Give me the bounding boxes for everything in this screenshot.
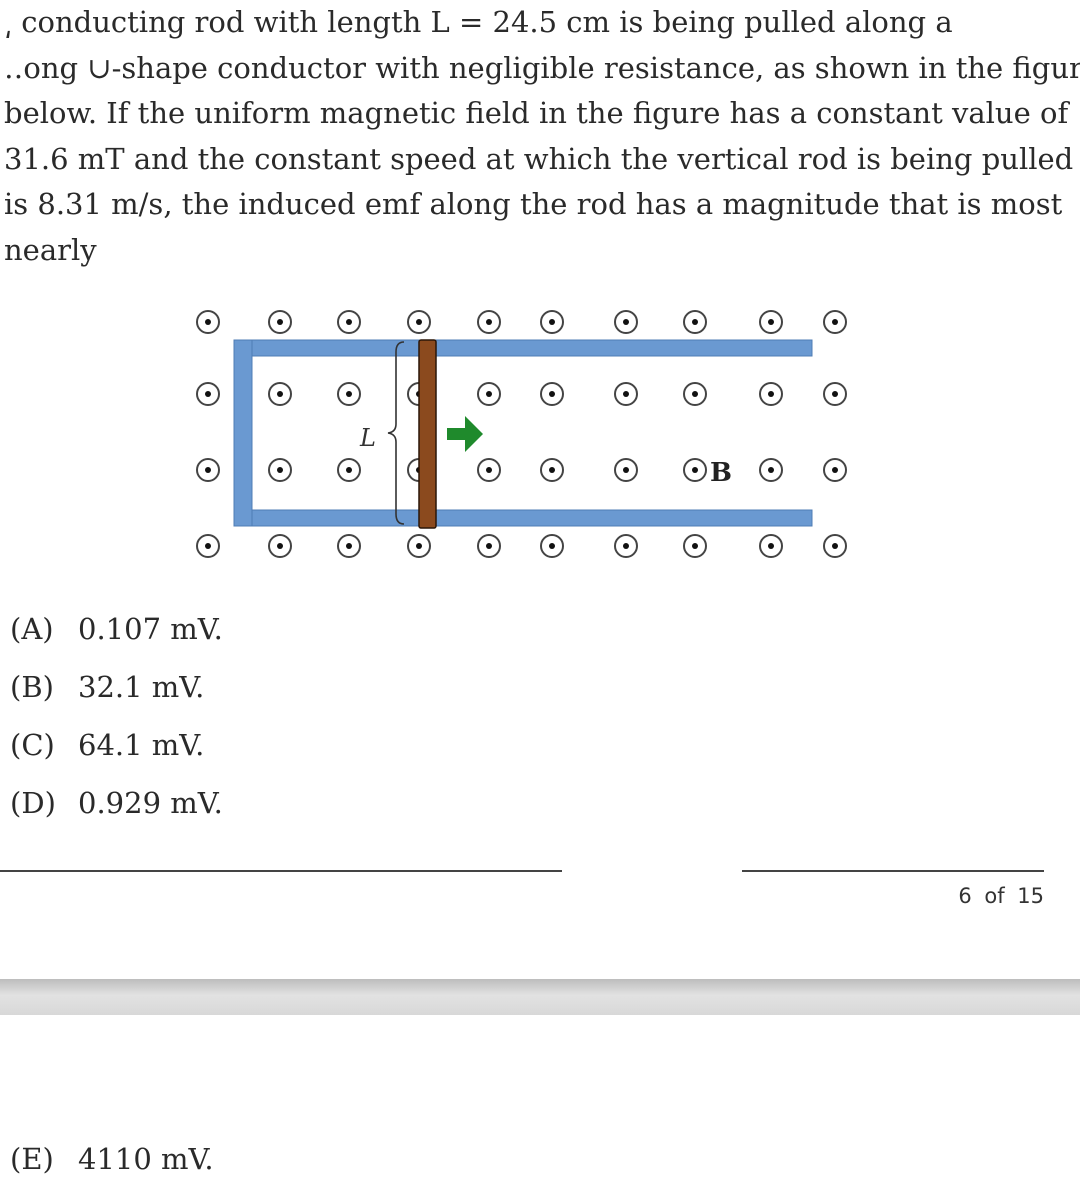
page-separator bbox=[0, 979, 1080, 1015]
field-dot-center bbox=[832, 319, 838, 325]
field-dot-center bbox=[832, 391, 838, 397]
field-dot-center bbox=[277, 467, 283, 473]
field-dot-center bbox=[346, 543, 352, 549]
field-dot-center bbox=[277, 319, 283, 325]
choice-b[interactable]: (B) 32.1 mV. bbox=[10, 658, 223, 716]
field-dot-center bbox=[346, 467, 352, 473]
field-dot-center bbox=[205, 467, 211, 473]
choice-d[interactable]: (D) 0.929 mV. bbox=[10, 774, 223, 832]
footer-rule-right bbox=[742, 870, 1044, 872]
field-dot-center bbox=[692, 467, 698, 473]
choice-value: 64.1 mV. bbox=[78, 728, 205, 762]
answer-choices: (A) 0.107 mV. (B) 32.1 mV. (C) 64.1 mV. (D)… bbox=[10, 600, 223, 832]
question-line: ͵ conducting rod with length L = 24.5 cm… bbox=[4, 5, 953, 39]
field-dot-center bbox=[623, 319, 629, 325]
field-dot-center bbox=[623, 391, 629, 397]
bottom-rail bbox=[233, 509, 813, 527]
field-dot-center bbox=[768, 391, 774, 397]
field-dot-center bbox=[549, 391, 555, 397]
choice-label: (B) bbox=[10, 670, 54, 704]
question-line: is 8.31 m/s, the induced emf along the r… bbox=[4, 187, 1063, 221]
choice-value: 32.1 mV. bbox=[78, 670, 205, 704]
page-indicator: 6 of 15 bbox=[958, 884, 1044, 908]
field-dot-center bbox=[623, 467, 629, 473]
field-dot-center bbox=[623, 543, 629, 549]
field-dot-center bbox=[692, 391, 698, 397]
velocity-arrow-icon bbox=[447, 416, 483, 452]
field-dot-center bbox=[549, 467, 555, 473]
figure-svg: L B bbox=[196, 310, 847, 558]
field-dot-center bbox=[346, 319, 352, 325]
field-dot-center bbox=[692, 543, 698, 549]
circuit-figure: L B bbox=[190, 300, 870, 560]
field-dot-center bbox=[486, 467, 492, 473]
left-rail bbox=[233, 339, 253, 527]
field-dot-center bbox=[832, 467, 838, 473]
field-dot-center bbox=[205, 543, 211, 549]
choice-value: 4110 mV. bbox=[78, 1142, 214, 1176]
choice-label: (A) bbox=[10, 612, 54, 646]
field-dot-center bbox=[486, 543, 492, 549]
field-label: B bbox=[710, 458, 732, 488]
field-dot-center bbox=[416, 319, 422, 325]
choice-e[interactable]: (E) 4110 mV. bbox=[10, 1142, 214, 1176]
question-line: nearly bbox=[4, 232, 97, 267]
choice-value: 0.107 mV. bbox=[78, 612, 223, 646]
footer-rule-left bbox=[0, 870, 562, 872]
field-dot-center bbox=[832, 543, 838, 549]
length-label: L bbox=[359, 424, 376, 452]
choice-value: 0.929 mV. bbox=[78, 786, 223, 820]
field-dot-center bbox=[486, 391, 492, 397]
question-text: ͵ conducting rod with length L = 24.5 cm… bbox=[4, 0, 1080, 273]
question-line: ․․ong ∪-shape conductor with negligible … bbox=[4, 50, 1080, 85]
field-dot-center bbox=[277, 391, 283, 397]
field-dot-center bbox=[346, 391, 352, 397]
field-dot-center bbox=[416, 543, 422, 549]
question-line: 31.6 mT and the constant speed at which … bbox=[4, 141, 1074, 176]
choice-label: (C) bbox=[10, 728, 55, 762]
field-dot-center bbox=[549, 319, 555, 325]
field-dot-center bbox=[692, 319, 698, 325]
field-dot-center bbox=[205, 319, 211, 325]
field-dot-center bbox=[768, 319, 774, 325]
field-dot-center bbox=[549, 543, 555, 549]
question-line: below. If the uniform magnetic field in … bbox=[4, 96, 1069, 130]
field-dot-center bbox=[205, 391, 211, 397]
choice-c[interactable]: (C) 64.1 mV. bbox=[10, 716, 223, 774]
conducting-rod bbox=[418, 339, 437, 529]
length-brace bbox=[387, 341, 405, 525]
choice-a[interactable]: (A) 0.107 mV. bbox=[10, 600, 223, 658]
top-rail bbox=[233, 339, 813, 357]
field-dot-center bbox=[768, 543, 774, 549]
field-dot-center bbox=[768, 467, 774, 473]
choice-label: (D) bbox=[10, 786, 56, 820]
field-dot-center bbox=[486, 319, 492, 325]
field-dot-center bbox=[277, 543, 283, 549]
choice-label: (E) bbox=[10, 1142, 54, 1176]
